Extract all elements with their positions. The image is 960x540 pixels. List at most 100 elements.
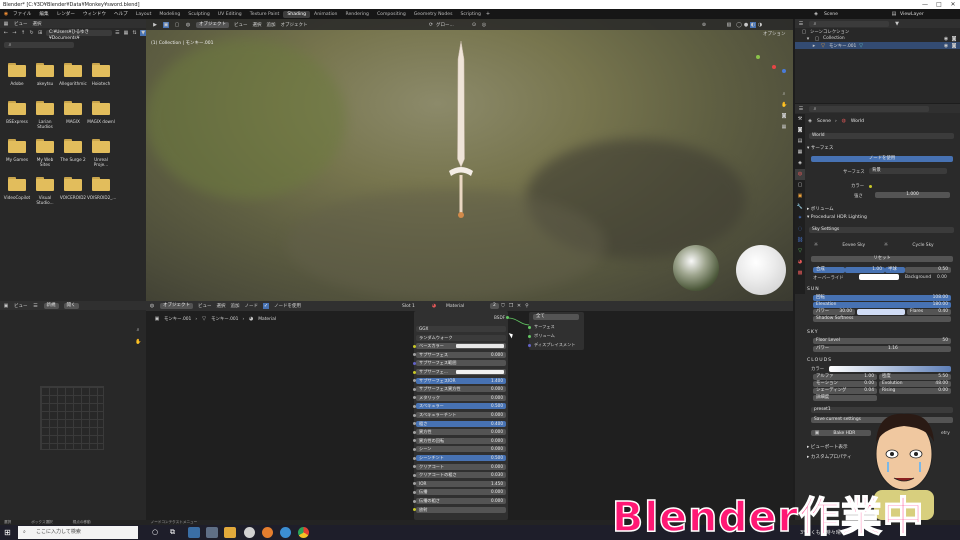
workspace-tab-compositing[interactable]: Compositing xyxy=(373,11,410,18)
hemisphere-field[interactable]: 半球 xyxy=(885,267,905,273)
editor-type-icon[interactable]: ▦ xyxy=(3,21,9,27)
outliner-search-input[interactable]: ⌕ xyxy=(809,20,889,27)
volume-panel-header[interactable]: ▸ ボリューム xyxy=(807,206,955,212)
viewport-view-menu[interactable]: ビュー xyxy=(234,22,248,28)
node-select-menu[interactable]: 選択 xyxy=(217,303,226,309)
render-tab-icon[interactable]: ◙ xyxy=(795,125,805,136)
folder-item[interactable]: akeytsu xyxy=(31,63,59,86)
editor-type-icon[interactable]: ☰ xyxy=(798,21,804,27)
reset-button[interactable]: リセット xyxy=(811,256,953,262)
modifiers-tab-icon[interactable]: 🔧 xyxy=(795,202,805,213)
workspace-tab-texture-paint[interactable]: Texture Paint xyxy=(246,11,284,18)
file-explorer-icon[interactable] xyxy=(224,527,236,538)
menu-help[interactable]: ヘルプ xyxy=(110,11,132,17)
menu-edit[interactable]: 編集 xyxy=(35,11,52,17)
fake-user-icon[interactable]: ⛉ xyxy=(500,303,506,309)
chrome-icon[interactable] xyxy=(298,527,309,538)
folder-item[interactable]: VOISROID2_... xyxy=(87,177,116,200)
surface-input-socket[interactable] xyxy=(528,326,531,329)
workspace-tab-modeling[interactable]: Modeling xyxy=(155,11,184,18)
zoom-icon[interactable]: ⌕ xyxy=(135,327,141,333)
workspace-tab-rendering[interactable]: Rendering xyxy=(341,11,372,18)
node-node-menu[interactable]: ノード xyxy=(245,303,259,309)
material-output-node[interactable]: 全て サーフェス ボリューム ディスプレイスメント xyxy=(528,312,584,350)
bsdf-input-socket[interactable] xyxy=(413,447,416,451)
folder-item[interactable]: MAGIX downl xyxy=(87,101,115,124)
surface-dropdown[interactable]: 背景 xyxy=(869,168,947,174)
scene-tab-icon[interactable]: ◈ xyxy=(795,158,805,169)
editor-type-icon[interactable]: ☰ xyxy=(798,106,804,112)
rising-field[interactable]: Rising 0.00 xyxy=(879,388,951,394)
gizmo-z-icon[interactable] xyxy=(782,69,786,73)
workspace-tab-sculpting[interactable]: Sculpting xyxy=(184,11,213,18)
flares-field[interactable]: Flares 0.40 xyxy=(907,309,951,315)
bsdf-input-socket[interactable] xyxy=(413,413,416,417)
pan-hand-icon[interactable]: ✋ xyxy=(781,102,787,108)
folder-item[interactable]: My Web Sites xyxy=(31,139,59,167)
expand-icon[interactable]: ▸ xyxy=(811,43,817,49)
3d-viewport[interactable]: ▶ ▣ ▢ ◍ オブジェクト ビュー 選択 追加 オブジェクト ⟳ グロー...… xyxy=(146,19,793,301)
visibility-eye-icon[interactable]: ◉ xyxy=(943,36,949,42)
menu-window[interactable]: ウィンドウ xyxy=(79,11,110,17)
navigation-gizmo[interactable] xyxy=(754,53,786,85)
folder-item[interactable]: Larian Studios xyxy=(31,101,59,129)
workspace-tab-shading[interactable]: Shading xyxy=(283,10,311,18)
motion-field[interactable]: モーション 0.00 xyxy=(813,381,877,387)
bsdf-input-row[interactable]: メタリック 0.000 xyxy=(416,394,506,401)
tool-tab-icon[interactable]: ⚒ xyxy=(795,114,805,125)
gizmo-x-icon[interactable] xyxy=(772,65,776,69)
bsdf-input-row[interactable]: サブサーフェス範囲 xyxy=(416,360,506,367)
output-tab-icon[interactable]: ▤ xyxy=(795,136,805,147)
new-image-button[interactable]: 新規 xyxy=(43,302,59,309)
bsdf-input-row[interactable]: サブサーフェスIOR 1.400 xyxy=(416,377,506,384)
physics-tab-icon[interactable]: ◌ xyxy=(795,224,805,235)
floor-level-field[interactable]: Floor Level 50 xyxy=(813,338,951,344)
eevee-sky-button[interactable]: ☼ Eevee Sky xyxy=(813,242,865,248)
shadow-softness-field[interactable]: Shadow Softness xyxy=(813,316,951,322)
bsdf-input-row[interactable]: シーンチント 0.500 xyxy=(416,455,506,461)
bsdf-input-row[interactable]: IOR 1.450 xyxy=(416,480,506,487)
select-mode-icon[interactable]: ▣ xyxy=(163,21,169,28)
folder-item[interactable]: Allegorithmic xyxy=(59,63,87,86)
constraints-tab-icon[interactable]: ⛓ xyxy=(795,235,805,246)
taskbar-search-input[interactable]: ⌕ ここに入力して検索 xyxy=(18,526,138,539)
world-datablock-field[interactable]: World xyxy=(809,133,954,139)
background-value[interactable]: 0.00 xyxy=(937,275,947,280)
parent-dir-icon[interactable]: ↑ xyxy=(20,30,26,36)
image-view-menu[interactable]: ビュー xyxy=(14,303,28,309)
render-camera-icon[interactable]: ◙ xyxy=(951,43,957,49)
app-icon-2[interactable] xyxy=(206,527,218,538)
data-tab-icon[interactable]: ▽ xyxy=(795,246,805,257)
viewport-object-menu[interactable]: オブジェクト xyxy=(281,22,308,28)
color-swatch[interactable] xyxy=(456,370,504,374)
close-button[interactable]: ✕ xyxy=(946,0,960,9)
zoom-icon[interactable]: ⌕ xyxy=(781,91,787,97)
file-select-menu[interactable]: 選択 xyxy=(33,21,42,27)
bsdf-input-socket[interactable] xyxy=(413,361,416,365)
material-users-count[interactable]: 2 xyxy=(490,303,499,309)
new-folder-icon[interactable]: ⊞ xyxy=(37,30,43,36)
bsdf-input-socket[interactable] xyxy=(413,430,416,434)
displacement-input-socket[interactable] xyxy=(528,344,531,347)
outliner-row-scene-collection[interactable]: ▢ シーンコレクション xyxy=(795,28,960,35)
elevation-field[interactable]: Elevation 180.00 xyxy=(813,302,951,308)
bsdf-input-row[interactable]: 伝播の粗さ 0.000 xyxy=(416,498,506,504)
folder-item[interactable]: Visual Studio... xyxy=(31,177,59,205)
color-swatch[interactable] xyxy=(456,344,504,349)
blender-taskbar-icon[interactable] xyxy=(262,527,273,538)
wireframe-shading-icon[interactable]: ◯ xyxy=(736,22,742,28)
bsdf-input-row[interactable]: 異方性の回転 0.000 xyxy=(416,437,506,444)
object-mode-dropdown[interactable]: オブジェクト xyxy=(196,21,229,28)
transform-orientation-dropdown[interactable]: グロー... xyxy=(436,22,454,28)
bsdf-input-socket[interactable] xyxy=(413,490,416,494)
select-box-icon[interactable]: ▢ xyxy=(174,22,180,28)
rendered-shading-icon[interactable]: ◑ xyxy=(757,22,763,28)
power-field[interactable]: パワー 30.00 xyxy=(813,309,855,315)
blend-value[interactable]: 1.00 xyxy=(845,267,885,273)
menu-render[interactable]: レンダー xyxy=(53,11,79,17)
snap-icon[interactable]: ⊙ xyxy=(471,22,477,28)
sky-power-field[interactable]: パワー 1.16 xyxy=(813,346,951,352)
material-slot-dropdown[interactable]: Slot 1 xyxy=(402,304,415,309)
output-target-dropdown[interactable]: 全て xyxy=(533,314,579,320)
workspace-tab-uv-editing[interactable]: UV Editing xyxy=(214,11,246,18)
